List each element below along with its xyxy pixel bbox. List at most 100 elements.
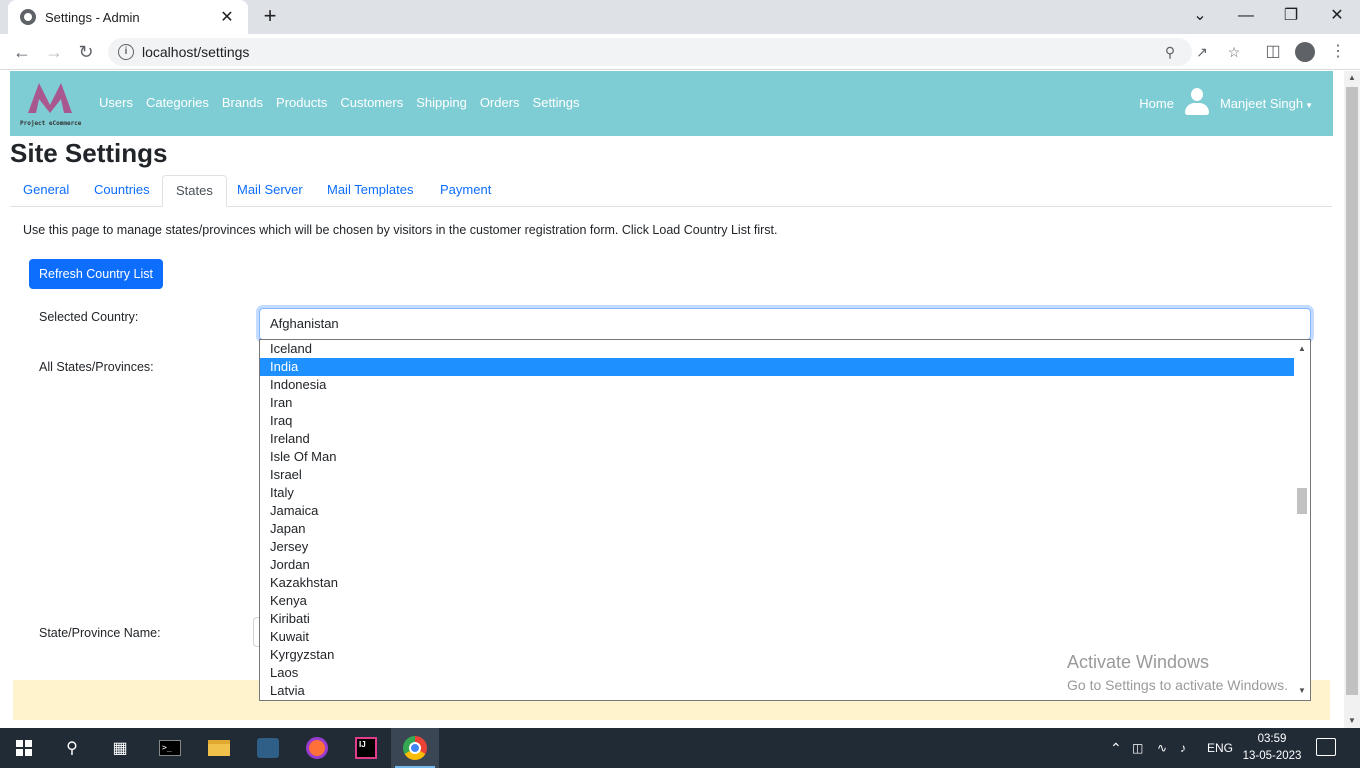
country-option[interactable]: Iceland <box>260 340 1294 358</box>
network-icon[interactable]: ◫ <box>1132 728 1143 768</box>
browser-tab[interactable]: Settings - Admin ✕ <box>8 0 248 34</box>
zoom-icon[interactable]: ⚲ <box>1160 42 1180 62</box>
tab-search-icon[interactable]: ⌄ <box>1185 4 1215 28</box>
country-option[interactable]: Israel <box>260 466 1294 484</box>
windows-taskbar: ⚲ ▦ >_ IJ ⌃ ◫ ∿ ♪ ENG 03:59 13-05-2023 <box>0 728 1360 768</box>
country-option[interactable]: Jersey <box>260 538 1294 556</box>
user-icon[interactable] <box>1184 88 1210 118</box>
country-option[interactable]: Kazakhstan <box>260 574 1294 592</box>
volume-icon[interactable]: ♪ <box>1180 728 1186 768</box>
page-description: Use this page to manage states/provinces… <box>23 223 778 237</box>
country-option[interactable]: Indonesia <box>260 376 1294 394</box>
tab-countries[interactable]: Countries <box>81 175 163 207</box>
nav-users[interactable]: Users <box>99 95 133 110</box>
wifi-icon[interactable]: ∿ <box>1157 728 1167 768</box>
user-name[interactable]: Manjeet Singh <box>1220 96 1303 111</box>
tab-general[interactable]: General <box>10 175 82 207</box>
country-options: Iceland India Indonesia Iran Iraq Irelan… <box>260 340 1294 700</box>
tab-mail-templates[interactable]: Mail Templates <box>314 175 426 207</box>
browser-menu-icon[interactable]: ⋮ <box>1326 40 1350 64</box>
dropdown-scroll-up-icon[interactable]: ▲ <box>1294 342 1310 356</box>
url-text[interactable]: localhost/settings <box>142 44 249 60</box>
watermark-subtitle: Go to Settings to activate Windows. <box>1067 677 1288 693</box>
country-option[interactable]: Japan <box>260 520 1294 538</box>
language-indicator[interactable]: ENG <box>1207 728 1233 768</box>
search-icon[interactable]: ⚲ <box>48 728 96 768</box>
nav-brands[interactable]: Brands <box>222 95 263 110</box>
state-name-label: State/Province Name: <box>39 626 161 640</box>
close-tab-icon[interactable]: ✕ <box>218 7 236 27</box>
settings-tabs: General Countries States Mail Server Mai… <box>10 175 1332 207</box>
scroll-thumb[interactable] <box>1346 87 1358 695</box>
back-icon[interactable]: ← <box>10 40 34 64</box>
close-window-button[interactable]: ✕ <box>1322 4 1352 28</box>
country-option[interactable]: Jamaica <box>260 502 1294 520</box>
app-navbar: Project eCommerce Users Categories Brand… <box>10 71 1333 136</box>
nav-products[interactable]: Products <box>276 95 327 110</box>
tab-mail-server[interactable]: Mail Server <box>224 175 316 207</box>
dropdown-scroll-thumb[interactable] <box>1297 488 1307 514</box>
user-menu[interactable]: Manjeet Singh ▼ <box>1220 96 1313 111</box>
tab-states[interactable]: States <box>162 175 227 207</box>
chrome-icon[interactable] <box>391 728 439 768</box>
country-dropdown-list[interactable]: Iceland India Indonesia Iran Iraq Irelan… <box>259 339 1311 701</box>
new-tab-button[interactable]: + <box>258 5 282 29</box>
country-option[interactable]: Iran <box>260 394 1294 412</box>
task-view-icon[interactable]: ▦ <box>96 728 144 768</box>
caret-down-icon[interactable]: ▼ <box>1305 101 1313 110</box>
firefox-icon[interactable] <box>293 728 341 768</box>
selected-country-label: Selected Country: <box>39 310 139 324</box>
country-option[interactable]: Jordan <box>260 556 1294 574</box>
country-option[interactable]: Kenya <box>260 592 1294 610</box>
browser-tab-strip: Settings - Admin ✕ + ⌄ — ❐ ✕ <box>0 0 1360 34</box>
terminal-icon[interactable]: >_ <box>146 728 194 768</box>
page-title: Site Settings <box>10 138 168 168</box>
dropdown-scroll-down-icon[interactable]: ▼ <box>1294 684 1310 698</box>
reload-icon[interactable]: ↻ <box>74 40 98 64</box>
taskbar-clock[interactable]: 03:59 13-05-2023 <box>1240 731 1304 765</box>
minimize-button[interactable]: — <box>1231 4 1261 28</box>
refresh-country-list-button[interactable]: Refresh Country List <box>29 259 163 289</box>
watermark-title: Activate Windows <box>1067 652 1210 672</box>
tray-chevron-icon[interactable]: ⌃ <box>1110 728 1122 768</box>
bookmark-star-icon[interactable]: ☆ <box>1224 42 1244 62</box>
profile-avatar-icon[interactable] <box>1295 42 1315 62</box>
mysql-workbench-icon[interactable] <box>244 728 292 768</box>
maximize-button[interactable]: ❐ <box>1276 4 1306 28</box>
nav-shipping[interactable]: Shipping <box>416 95 467 110</box>
tab-payment[interactable]: Payment <box>427 175 504 207</box>
nav-orders[interactable]: Orders <box>480 95 520 110</box>
globe-icon <box>20 9 36 25</box>
country-option-highlighted[interactable]: India <box>260 358 1294 376</box>
nav-home[interactable]: Home <box>1139 96 1174 111</box>
country-option[interactable]: Ireland <box>260 430 1294 448</box>
country-select[interactable]: Afghanistan <box>259 308 1311 340</box>
activate-windows-watermark: Activate Windows Go to Settings to activ… <box>1067 652 1288 693</box>
scroll-up-icon[interactable]: ▲ <box>1344 71 1360 85</box>
nav-categories[interactable]: Categories <box>146 95 209 110</box>
country-option[interactable]: Kiribati <box>260 610 1294 628</box>
app-logo[interactable]: Project eCommerce <box>20 79 82 127</box>
share-icon[interactable]: ↗ <box>1192 42 1212 62</box>
nav-settings[interactable]: Settings <box>533 95 580 110</box>
windows-logo-icon <box>16 740 32 756</box>
address-bar[interactable]: i localhost/settings ⚲ ↗ ☆ <box>108 38 1240 66</box>
logo-mark-icon <box>28 83 72 113</box>
country-option[interactable]: Kuwait <box>260 628 1294 646</box>
intellij-icon[interactable]: IJ <box>342 728 390 768</box>
dropdown-scrollbar[interactable]: ▲ ▼ <box>1294 340 1310 700</box>
nav-customers[interactable]: Customers <box>340 95 403 110</box>
forward-icon[interactable]: → <box>42 40 66 64</box>
page-scrollbar[interactable]: ▲ ▼ <box>1344 71 1360 728</box>
notification-icon[interactable] <box>1316 738 1336 756</box>
country-option[interactable]: Isle Of Man <box>260 448 1294 466</box>
logo-caption: Project eCommerce <box>20 120 82 127</box>
side-panel-icon[interactable]: ◫ <box>1261 40 1285 64</box>
country-option[interactable]: Italy <box>260 484 1294 502</box>
start-button[interactable] <box>0 728 48 768</box>
site-info-icon[interactable]: i <box>118 44 134 60</box>
nav-right: Home Manjeet Singh ▼ <box>1139 85 1313 121</box>
country-option[interactable]: Iraq <box>260 412 1294 430</box>
file-explorer-icon[interactable] <box>195 728 243 768</box>
scroll-down-icon[interactable]: ▼ <box>1344 714 1360 728</box>
